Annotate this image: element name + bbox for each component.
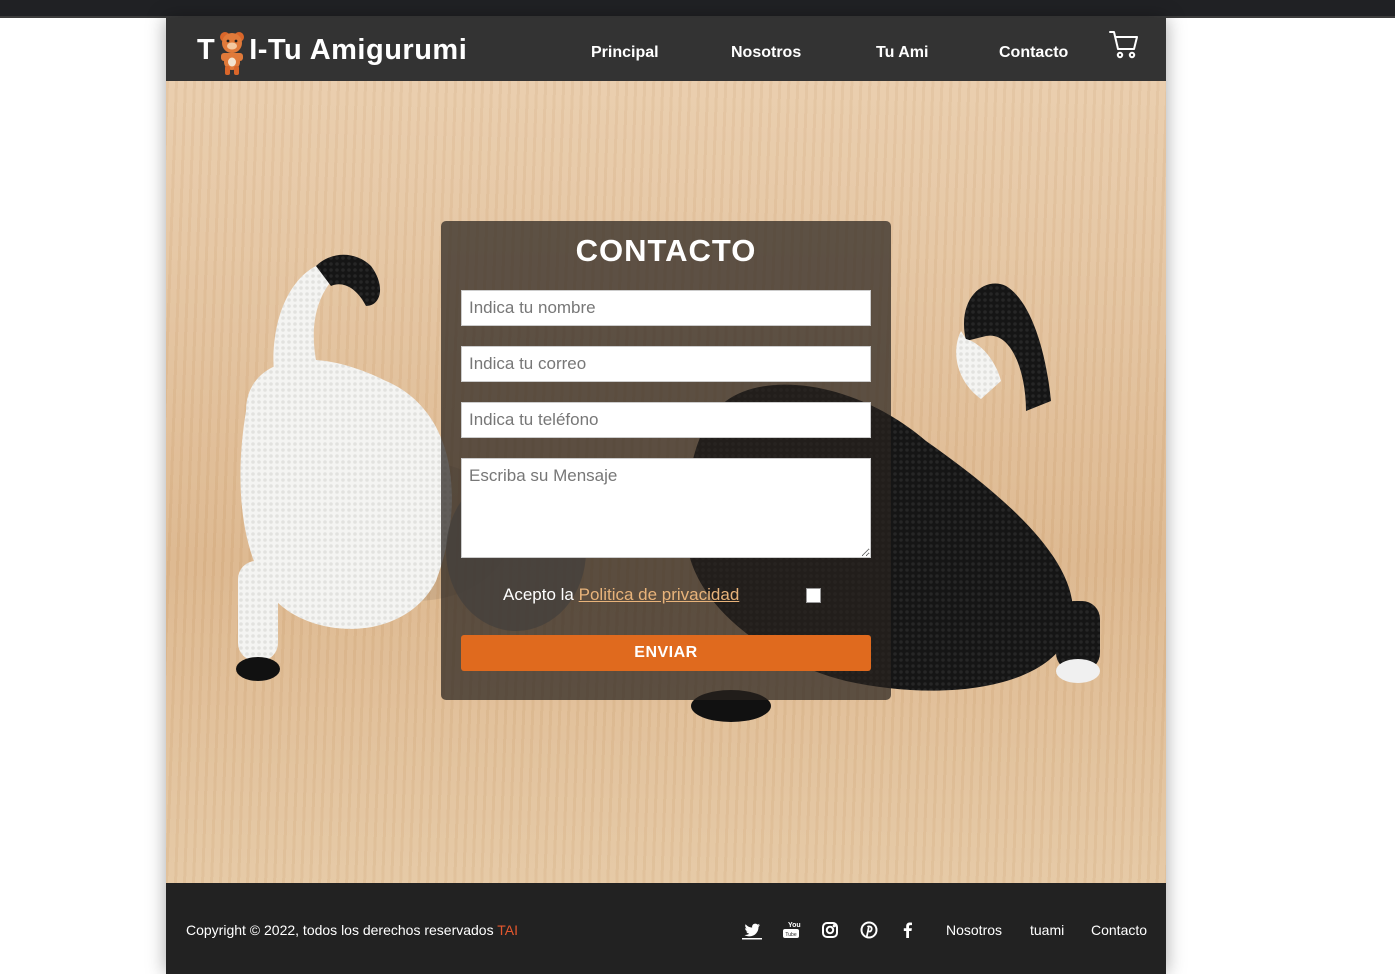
message-textarea[interactable] <box>461 458 871 558</box>
nav-tu-ami[interactable]: Tu Ami <box>876 44 928 62</box>
privacy-checkbox[interactable] <box>806 588 821 603</box>
bear-logo-icon <box>220 32 245 75</box>
svg-text:You: You <box>788 922 801 929</box>
phone-input[interactable] <box>461 402 871 438</box>
submit-button[interactable]: ENVIAR <box>461 635 871 671</box>
privacy-policy-link[interactable]: Politica de privacidad <box>579 585 740 604</box>
copyright-text: Copyright © 2022, todos los derechos res… <box>186 922 518 938</box>
twitter-icon[interactable] <box>742 920 762 940</box>
instagram-icon[interactable] <box>820 920 840 940</box>
site-header: T I-Tu Amigurumi Principal Nosotros Tu A… <box>166 18 1166 81</box>
logo-text-left: T <box>197 33 216 66</box>
privacy-consent: Acepto la Politica de privacidad <box>503 585 739 605</box>
contact-form: CONTACTO Acepto la Politica de privacida… <box>441 221 891 700</box>
youtube-icon[interactable]: Tube You <box>781 920 801 940</box>
copyright-label: Copyright © 2022, todos los derechos res… <box>186 922 498 938</box>
footer-link-contacto[interactable]: Contacto <box>1091 922 1147 938</box>
nav-contacto[interactable]: Contacto <box>999 44 1068 62</box>
pinterest-icon[interactable] <box>859 920 879 940</box>
name-input[interactable] <box>461 290 871 326</box>
nav-principal[interactable]: Principal <box>591 44 659 62</box>
footer-link-tuami[interactable]: tuami <box>1030 922 1064 938</box>
form-title: CONTACTO <box>575 233 757 268</box>
site-logo[interactable]: T I-Tu Amigurumi <box>197 32 468 75</box>
privacy-label: Acepto la <box>503 585 574 604</box>
facebook-icon[interactable] <box>898 920 918 940</box>
browser-top-bar <box>0 0 1395 18</box>
logo-text-right: I-Tu Amigurumi <box>249 33 468 66</box>
svg-text:Tube: Tube <box>785 932 796 938</box>
nav-nosotros[interactable]: Nosotros <box>731 44 801 62</box>
site-footer: Copyright © 2022, todos los derechos res… <box>166 883 1166 974</box>
footer-link-nosotros[interactable]: Nosotros <box>946 922 1002 938</box>
email-input[interactable] <box>461 346 871 382</box>
copyright-brand: TAI <box>497 922 518 938</box>
shopping-cart-icon[interactable] <box>1108 29 1140 61</box>
hero-background: CONTACTO Acepto la Politica de privacida… <box>166 81 1166 883</box>
page: T I-Tu Amigurumi Principal Nosotros Tu A… <box>166 18 1166 974</box>
